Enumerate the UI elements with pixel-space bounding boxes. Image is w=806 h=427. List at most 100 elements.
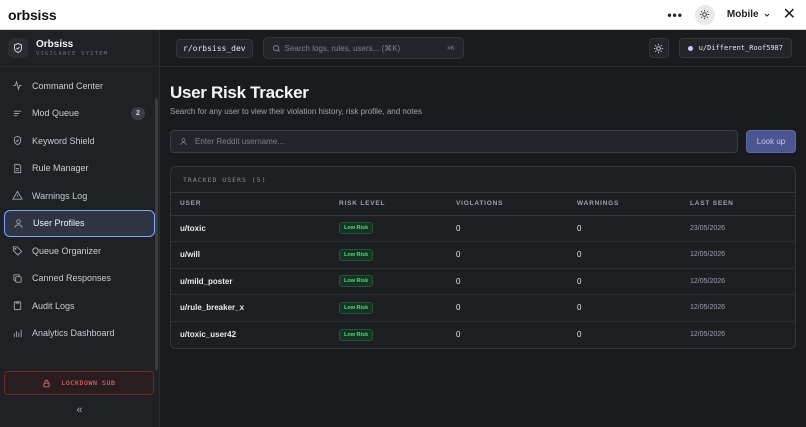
queue-lines-icon bbox=[12, 108, 23, 119]
user-lookup-row: Look up bbox=[170, 130, 796, 153]
sidebar-item-label: Queue Organizer bbox=[32, 245, 102, 256]
warning-triangle-icon bbox=[12, 190, 23, 201]
table-row[interactable]: u/mild_poster Low Risk 0 0 12/05/2026 bbox=[171, 268, 795, 295]
chevron-down-icon bbox=[764, 13, 769, 17]
last-seen-cell: 12/05/2026 bbox=[690, 331, 726, 338]
copy-icon bbox=[12, 273, 23, 284]
sidebar-item-rule-manager[interactable]: Rule Manager bbox=[4, 155, 155, 183]
app-subtitle: VIGILANCE SYSTEM bbox=[36, 51, 109, 57]
username-input[interactable] bbox=[195, 137, 729, 146]
column-header-user[interactable]: USER bbox=[171, 193, 330, 216]
lock-icon bbox=[43, 379, 50, 387]
app-logo bbox=[8, 38, 28, 58]
app-title: Orbsiss bbox=[36, 39, 74, 50]
warnings-cell: 0 bbox=[568, 215, 681, 242]
last-seen-cell: 12/05/2026 bbox=[681, 241, 795, 269]
tracked-users-heading: TRACKED USERS (5) bbox=[171, 167, 795, 193]
sidebar-item-label: Audit Logs bbox=[32, 300, 75, 311]
user-icon bbox=[13, 218, 24, 229]
risk-badge: Low Risk bbox=[339, 275, 374, 288]
column-header-risk-level[interactable]: RISK LEVEL bbox=[330, 193, 447, 216]
search-shortcut-hint: ⌘K bbox=[447, 44, 455, 52]
table-row[interactable]: u/toxic_user42 Low Risk 0 0 12/05/2026 bbox=[171, 321, 795, 348]
mod-queue-count-badge: 2 bbox=[131, 106, 145, 120]
warnings-cell: 0 bbox=[577, 330, 582, 339]
risk-badge: Low Risk bbox=[339, 248, 374, 261]
theme-toggle-button[interactable] bbox=[694, 4, 715, 25]
risk-cell: Low Risk bbox=[330, 215, 447, 242]
view-mode-select[interactable]: Mobile bbox=[727, 9, 771, 20]
risk-badge: Low Risk bbox=[339, 328, 374, 341]
sidebar-item-warnings-log[interactable]: Warnings Log bbox=[4, 182, 155, 210]
sidebar-item-label: User Profiles bbox=[33, 218, 85, 229]
page-title: User Risk Tracker bbox=[170, 83, 309, 102]
sidebar-item-label: Canned Responses bbox=[32, 273, 112, 284]
look-up-button[interactable]: Look up bbox=[746, 130, 796, 153]
sidebar-item-mod-queue[interactable]: Mod Queue 2 bbox=[4, 100, 155, 128]
user-icon bbox=[180, 138, 187, 145]
page-content: User Risk Tracker Search for any user to… bbox=[160, 67, 806, 349]
risk-cell: Low Risk bbox=[330, 241, 447, 269]
user-cell[interactable]: u/toxic bbox=[171, 215, 330, 242]
tracked-users-table: USER RISK LEVEL VIOLATIONS WARNINGS LAST… bbox=[171, 193, 795, 348]
sun-icon bbox=[654, 43, 664, 53]
document-icon bbox=[12, 163, 23, 174]
lockdown-sub-button[interactable]: LOCKDOWN SUB bbox=[4, 371, 154, 395]
last-seen-cell: 23/05/2026 bbox=[681, 215, 795, 242]
username-label: u/Different_Roof5987 bbox=[698, 44, 783, 52]
warnings-cell: 0 bbox=[568, 268, 681, 295]
clipboard-icon bbox=[12, 300, 23, 311]
sidebar-header: Orbsiss VIGILANCE SYSTEM bbox=[0, 30, 159, 67]
table-row[interactable]: u/will Low Risk 0 0 12/05/2026 bbox=[171, 241, 795, 269]
table-row[interactable]: u/rule_breaker_x Low Risk 0 0 12/05/2026 bbox=[171, 294, 795, 322]
sidebar-item-command-center[interactable]: Command Center bbox=[4, 72, 155, 100]
sidebar-item-label: Warnings Log bbox=[32, 190, 88, 201]
brand-logo: orbsiss bbox=[8, 6, 57, 23]
table-row[interactable]: u/toxic Low Risk 0 0 23/05/2026 bbox=[171, 215, 795, 242]
main-panel: r/orbsiss_dev ⌘K u/Different_Roof5987 Us… bbox=[160, 30, 806, 427]
sidebar-item-label: Keyword Shield bbox=[32, 135, 95, 146]
bar-chart-icon bbox=[12, 328, 23, 339]
user-cell[interactable]: u/rule_breaker_x bbox=[171, 294, 330, 322]
username-field[interactable] bbox=[170, 130, 738, 153]
violations-cell: 0 bbox=[447, 241, 568, 269]
lockdown-label: LOCKDOWN SUB bbox=[61, 379, 116, 387]
sidebar-item-keyword-shield[interactable]: Keyword Shield bbox=[4, 127, 155, 155]
sidebar-item-user-profiles[interactable]: User Profiles bbox=[4, 209, 155, 237]
sidebar-item-audit-logs[interactable]: Audit Logs bbox=[4, 292, 155, 320]
sun-icon bbox=[700, 9, 710, 20]
last-seen-cell: 12/05/2026 bbox=[681, 268, 795, 295]
column-header-violations[interactable]: VIOLATIONS bbox=[447, 193, 568, 216]
search-icon bbox=[272, 44, 280, 52]
user-cell[interactable]: u/will bbox=[171, 241, 330, 269]
sidebar-item-label: Mod Queue bbox=[32, 108, 80, 119]
collapse-sidebar-button[interactable]: « bbox=[0, 404, 159, 416]
violations-cell: 0 bbox=[447, 294, 568, 322]
user-cell[interactable]: u/toxic_user42 bbox=[171, 321, 330, 348]
close-button[interactable]: ✕ bbox=[783, 6, 796, 23]
warnings-cell: 0 bbox=[568, 294, 681, 322]
sidebar-item-queue-organizer[interactable]: Queue Organizer bbox=[4, 237, 155, 265]
main-header: r/orbsiss_dev ⌘K u/Different_Roof5987 bbox=[160, 30, 806, 67]
violations-cell: 0 bbox=[447, 268, 568, 295]
global-search[interactable]: ⌘K bbox=[262, 37, 464, 59]
sidebar-item-canned-responses[interactable]: Canned Responses bbox=[4, 265, 155, 293]
top-bar: orbsiss ••• Mobile ✕ bbox=[0, 0, 806, 30]
subreddit-selector[interactable]: r/orbsiss_dev bbox=[176, 38, 253, 58]
violations-cell: 0 bbox=[447, 215, 568, 242]
user-account-chip[interactable]: u/Different_Roof5987 bbox=[678, 38, 792, 58]
page-subtitle: Search for any user to view their violat… bbox=[170, 107, 422, 116]
column-header-last-seen[interactable]: LAST SEEN bbox=[681, 193, 795, 216]
table-header-row: USER RISK LEVEL VIOLATIONS WARNINGS LAST… bbox=[171, 193, 795, 216]
sidebar-scrollbar[interactable] bbox=[155, 98, 158, 370]
search-input[interactable] bbox=[284, 43, 444, 53]
theme-button[interactable] bbox=[648, 38, 669, 58]
violations-cell: 0 bbox=[456, 330, 461, 339]
risk-badge: Low Risk bbox=[339, 222, 374, 235]
user-cell[interactable]: u/mild_poster bbox=[171, 268, 330, 295]
column-header-warnings[interactable]: WARNINGS bbox=[568, 193, 681, 216]
sidebar-item-analytics-dashboard[interactable]: Analytics Dashboard bbox=[4, 320, 155, 348]
risk-cell: Low Risk bbox=[330, 268, 447, 295]
sidebar: Orbsiss VIGILANCE SYSTEM Command Center … bbox=[0, 30, 160, 427]
more-options-button[interactable]: ••• bbox=[667, 8, 683, 22]
